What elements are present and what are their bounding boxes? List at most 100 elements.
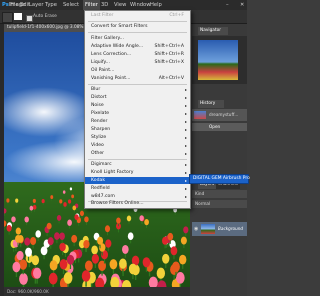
tulip [32, 267, 42, 279]
menu-layer[interactable]: Layer [29, 2, 43, 8]
menu-window[interactable]: Window [130, 2, 150, 8]
tulip [81, 270, 91, 282]
menu-item-blur[interactable]: Blur ▸ [85, 86, 190, 93]
tulip [48, 272, 58, 285]
submenu-arrow-icon: ▸ [184, 194, 187, 199]
menu-select[interactable]: Select [63, 2, 79, 8]
menu-item-filter-gallery[interactable]: Filter Gallery... [85, 35, 190, 42]
menu-item-liquify[interactable]: Liquify... Shift+Ctrl+X [85, 59, 190, 66]
layer-row[interactable]: ◉ Background [192, 222, 247, 236]
visibility-eye-icon[interactable]: ◉ [194, 226, 198, 232]
submenu-arrow-icon: ▸ [184, 162, 187, 167]
menu-view[interactable]: View [114, 2, 126, 8]
tulip [172, 261, 180, 273]
tulip [62, 190, 66, 194]
ps-logo[interactable]: Ps [2, 2, 9, 8]
tulip [63, 272, 73, 284]
blend-mode-select[interactable]: Normal [195, 201, 210, 206]
history-open[interactable]: Open [192, 123, 247, 131]
tulip [46, 222, 52, 230]
tulip [71, 234, 78, 243]
menu-type[interactable]: Type [45, 2, 57, 8]
menu-item-redfield[interactable]: Redfield ▸ [85, 185, 190, 192]
tulip [24, 237, 31, 246]
menu-item-noise[interactable]: Noise ▸ [85, 102, 190, 109]
tulip [109, 259, 118, 270]
submenu-arrow-icon: ▸ [184, 151, 187, 156]
tulip [41, 198, 45, 204]
color-swatch[interactable] [14, 13, 22, 20]
menu-item-browse-online[interactable]: Browse Filters Online... [85, 200, 190, 207]
tulip [67, 219, 72, 226]
tulip [116, 217, 121, 224]
submenu-item-airbrush-pro[interactable]: DIGITAL GEM Airbrush Pro [193, 176, 250, 181]
history-snapshot[interactable]: dreamystuff... [192, 109, 247, 121]
tulip [56, 214, 62, 221]
tulip [31, 255, 40, 266]
tab-navigator[interactable]: Navigator [198, 27, 228, 35]
tulip [83, 239, 90, 249]
menu-item-digimarc[interactable]: Digimarc ▸ [85, 161, 190, 168]
menu-filter[interactable]: Filter [83, 0, 100, 10]
auto-erase-checkbox[interactable] [26, 15, 33, 22]
tulip [119, 258, 127, 269]
tulip [59, 259, 68, 270]
menu-item-video[interactable]: Video ▸ [85, 142, 190, 149]
panels-dock: Navigator History dreamystuff... Open La… [190, 24, 247, 296]
menu-item-convert-smart[interactable]: Convert for Smart Filters [85, 23, 190, 30]
menu-separator [88, 84, 187, 85]
blend-mode-row: Normal [192, 200, 247, 208]
tulip [19, 273, 28, 285]
kind-label[interactable]: Kind [195, 191, 204, 196]
menu-item-vanishing-point[interactable]: Vanishing Point... Alt+Ctrl+V [85, 75, 190, 82]
tulip [32, 198, 36, 204]
tulip [59, 242, 66, 252]
menu-item-sharpen[interactable]: Sharpen ▸ [85, 126, 190, 133]
tulip [156, 267, 166, 279]
tulip [63, 202, 67, 207]
tulip [40, 246, 48, 256]
menu-item-distort[interactable]: Distort ▸ [85, 94, 190, 101]
tulip [72, 205, 77, 211]
tulip [183, 226, 189, 234]
menu-image[interactable]: Image [9, 2, 25, 8]
tulip [105, 239, 112, 248]
menu-item-kodak[interactable]: Kodak ▸ [85, 177, 190, 184]
menu-item-render[interactable]: Render ▸ [85, 118, 190, 125]
tulip [84, 216, 89, 223]
tulip [6, 198, 10, 203]
tulip [59, 232, 65, 241]
tulip [74, 214, 79, 221]
minimize-icon[interactable]: – [226, 2, 229, 8]
tulip [29, 205, 34, 211]
tulip [170, 246, 178, 256]
auto-erase-label: Auto Erase [33, 14, 57, 19]
menu-3d[interactable]: 3D [101, 2, 108, 8]
tulip [180, 236, 187, 245]
close-icon[interactable]: ✕ [240, 2, 244, 8]
tulip [6, 224, 12, 232]
tulip [15, 198, 19, 203]
navigator-preview [192, 36, 247, 84]
document-tab[interactable]: tulipfield-1f1-400x600.jpg @ 3.08% (RGB/… [4, 24, 87, 32]
kodak-submenu: DIGITAL GEM Airbrush Pro [189, 174, 250, 184]
tulip [12, 261, 21, 273]
submenu-arrow-icon: ▸ [184, 119, 187, 124]
tool-preset-icon[interactable] [2, 12, 13, 23]
menu-item-knoll[interactable]: Knoll Light Factory ▸ [85, 169, 190, 176]
menu-item-w847[interactable]: w847.com ▸ [85, 193, 190, 200]
tulip [71, 194, 75, 199]
menu-item-pixelate[interactable]: Pixelate ▸ [85, 110, 190, 117]
tulip [16, 250, 24, 261]
menu-item-oil-paint[interactable]: Oil Paint... [85, 67, 190, 74]
menu-help[interactable]: Help [150, 2, 162, 8]
tulip [54, 232, 60, 240]
tab-history[interactable]: History [198, 100, 224, 108]
layer-filter-row: Kind [192, 190, 247, 198]
menu-item-stylize[interactable]: Stylize ▸ [85, 134, 190, 141]
menu-item-lens-correction[interactable]: Lens Correction... Shift+Ctrl+R [85, 51, 190, 58]
menu-item-adaptive-wide[interactable]: Adaptive Wide Angle... Shift+Ctrl+A [85, 43, 190, 50]
tulip [126, 215, 132, 222]
menu-separator [88, 32, 187, 33]
menu-item-other[interactable]: Other ▸ [85, 150, 190, 157]
